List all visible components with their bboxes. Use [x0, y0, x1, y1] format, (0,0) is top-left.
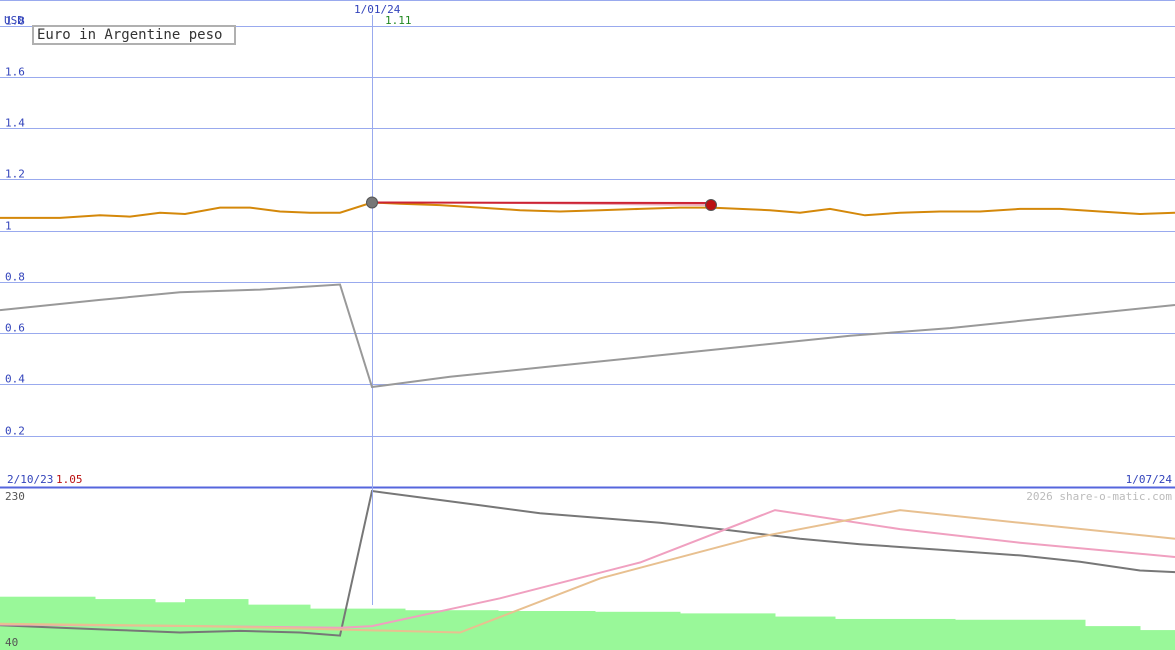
y-tick-label: 0.4	[5, 373, 25, 386]
volume-bar	[1140, 630, 1175, 650]
x-end-label: 1/07/24	[1126, 473, 1173, 486]
unit-label: USD	[4, 14, 24, 27]
volume-bar	[595, 611, 681, 650]
y-tick-label: 0.6	[5, 322, 25, 335]
highlight-line	[371, 201, 712, 205]
volume-bar	[1085, 626, 1141, 650]
chart-title: Euro in Argentine peso	[32, 25, 236, 45]
x-start-value: 1.05	[56, 473, 83, 486]
volume-bar	[185, 599, 249, 650]
y-tick-label: 0.2	[5, 425, 25, 438]
cursor-value-label: 1.11	[385, 14, 412, 27]
credit-label: 2026 share-o-matic.com	[1026, 490, 1172, 503]
lower-min-label: 40	[5, 636, 18, 649]
lower-max-label: 230	[5, 490, 25, 503]
stock-chart: 1.81.61.41.210.80.60.40.2 USD 1/01/24 1.…	[0, 0, 1175, 650]
volume-bar	[775, 616, 836, 650]
volume-bar	[955, 619, 1086, 650]
y-tick-label: 1.6	[5, 66, 25, 79]
x-start-label: 2/10/23	[7, 473, 53, 486]
y-tick-label: 1.4	[5, 117, 25, 130]
chart-background	[0, 0, 1175, 650]
point-marker	[366, 196, 378, 209]
y-tick-label: 1.2	[5, 168, 25, 181]
volume-bar	[835, 618, 956, 650]
y-tick-label: 1	[5, 220, 12, 233]
volume-bar	[680, 613, 776, 650]
point-marker	[705, 199, 717, 212]
volume-bar	[498, 611, 596, 650]
y-tick-label: 0.8	[5, 271, 25, 284]
